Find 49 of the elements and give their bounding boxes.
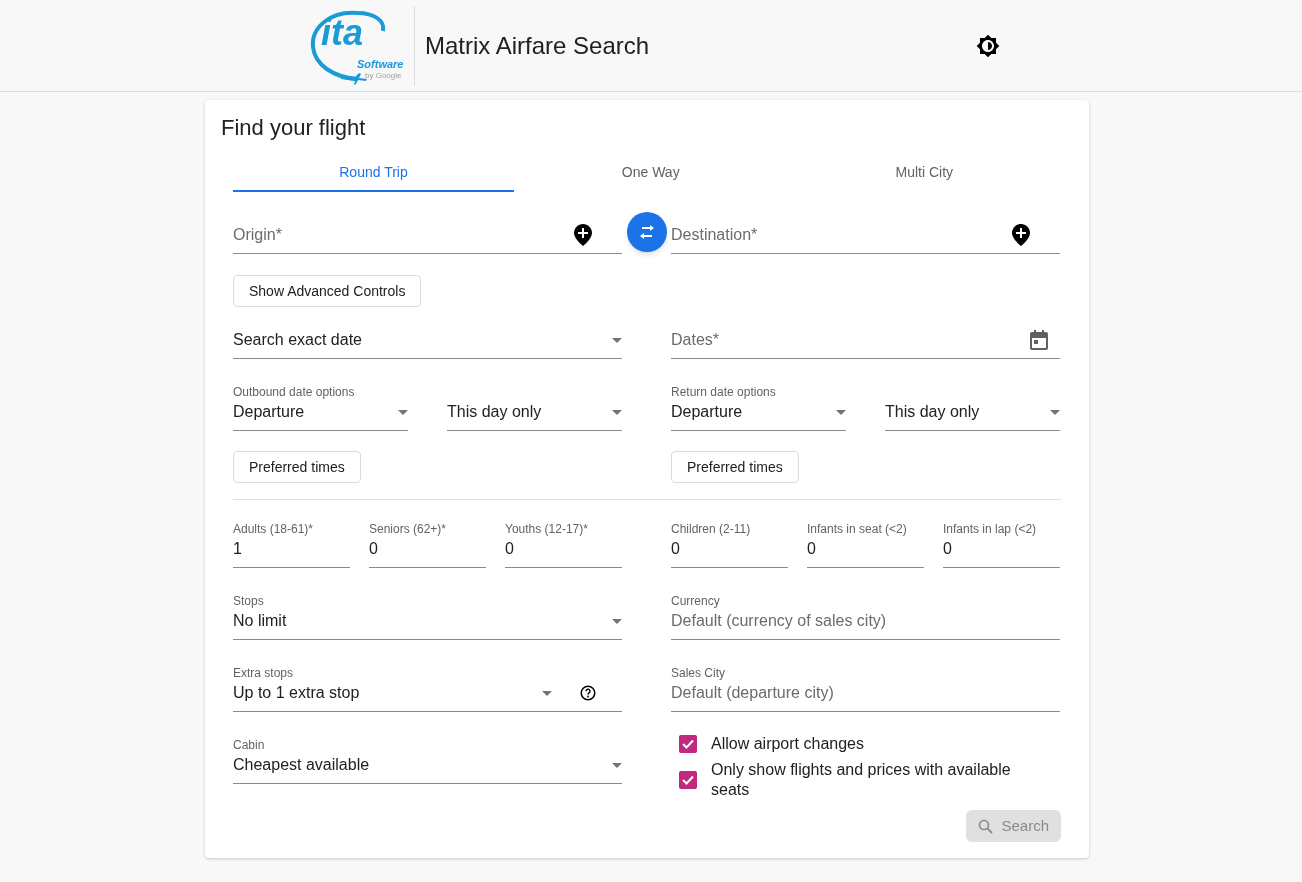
passenger-count-field[interactable]: Infants in seat (<2) 0: [807, 520, 924, 568]
checkbox[interactable]: [679, 771, 697, 789]
destination-field[interactable]: Destination*: [671, 206, 1060, 254]
extra-stops-select[interactable]: Extra stops Up to 1 extra stop: [233, 664, 622, 712]
trip-type-tab[interactable]: Multi City: [787, 154, 1061, 192]
passenger-count-field[interactable]: Infants in lap (<2) 0: [943, 520, 1060, 568]
swap-arrows-icon: [638, 225, 656, 239]
cabin-select[interactable]: Cabin Cheapest available: [233, 736, 622, 784]
date-option-select[interactable]: Outbound date options Departure: [233, 385, 408, 431]
brightness-icon[interactable]: [976, 33, 1001, 58]
sales-city-field[interactable]: Sales City Default (departure city): [671, 664, 1060, 712]
dropdown-caret-icon: [612, 337, 622, 343]
passenger-count-field[interactable]: Children (2-11) 0: [671, 520, 788, 568]
origin-field[interactable]: Origin*: [233, 206, 622, 254]
dropdown-caret-icon: [612, 762, 622, 768]
preferred-times-button[interactable]: Preferred times: [671, 451, 799, 483]
date-mode-select[interactable]: Search exact date: [233, 311, 622, 359]
date-range-select[interactable]: This day only: [447, 385, 622, 431]
checkbox[interactable]: [679, 735, 697, 753]
preferred-times-button[interactable]: Preferred times: [233, 451, 361, 483]
search-icon: [978, 818, 994, 834]
checkbox-label: Allow airport changes: [711, 734, 865, 754]
check-icon: [682, 739, 694, 749]
passenger-count-field[interactable]: Seniors (62+)* 0: [369, 520, 486, 568]
map-pin-plus-icon: [574, 224, 592, 246]
dropdown-caret-icon: [398, 409, 408, 415]
date-option-select[interactable]: Return date options Departure: [671, 385, 846, 431]
trip-type-tab[interactable]: One Way: [514, 154, 788, 192]
dropdown-caret-icon: [612, 409, 622, 415]
passenger-count-field[interactable]: Youths (12-17)* 0: [505, 520, 622, 568]
card-title: Find your flight: [221, 114, 367, 142]
dropdown-caret-icon: [612, 618, 622, 624]
date-range-select[interactable]: This day only: [885, 385, 1060, 431]
checkbox-label: Only show flights and prices with available seats: [711, 760, 1012, 800]
dropdown-caret-icon: [1050, 409, 1060, 415]
calendar-icon: [1030, 330, 1048, 350]
dropdown-caret-icon: [836, 409, 846, 415]
currency-field[interactable]: Currency Default (currency of sales city): [671, 592, 1060, 640]
trip-type-tab[interactable]: Round Trip: [233, 154, 514, 192]
dropdown-caret-icon: [542, 690, 552, 696]
app-title: Matrix Airfare Search: [425, 30, 650, 61]
map-pin-plus-icon: [1012, 224, 1030, 246]
passenger-count-field[interactable]: Adults (18-61)* 1: [233, 520, 350, 568]
stops-select[interactable]: Stops No limit: [233, 592, 622, 640]
help-icon[interactable]: [580, 685, 596, 701]
swap-button[interactable]: [627, 212, 667, 252]
dates-field[interactable]: Dates*: [671, 311, 1060, 359]
check-icon: [682, 775, 694, 785]
advanced-controls-button[interactable]: Show Advanced Controls: [233, 275, 422, 307]
